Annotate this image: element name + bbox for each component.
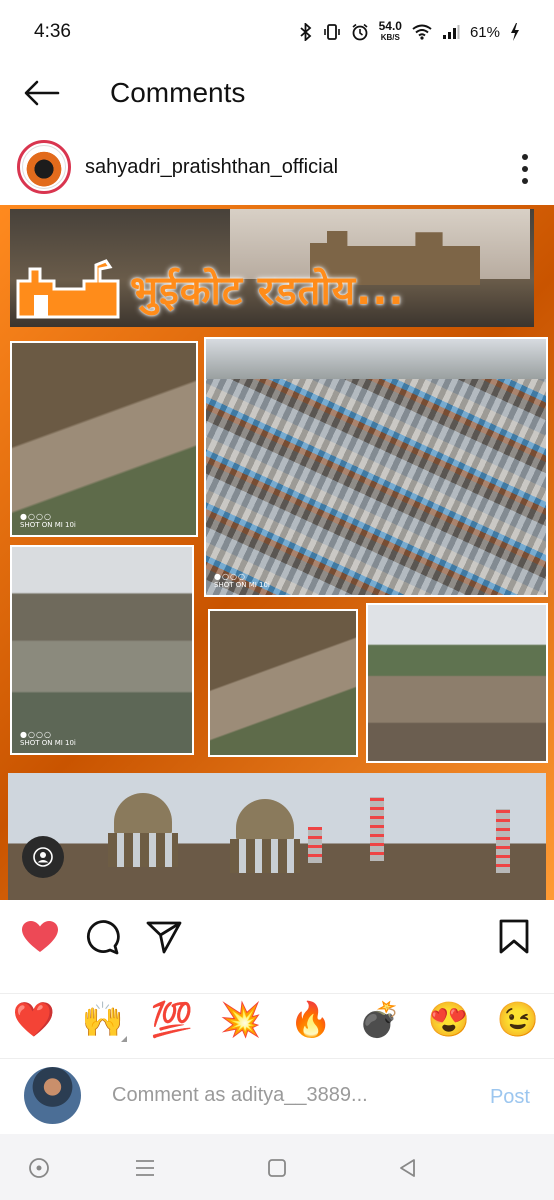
collage-photo-3: ●○○○ SHOT ON MI 10i bbox=[10, 545, 194, 755]
comments-header: Comments bbox=[0, 64, 554, 122]
collage-photo-4 bbox=[208, 609, 358, 757]
reaction-fire[interactable]: 🔥 bbox=[285, 994, 337, 1046]
image-banner: भुईकोट रडतोय... bbox=[10, 209, 534, 327]
wifi-icon bbox=[412, 24, 432, 40]
square-icon bbox=[268, 1159, 286, 1177]
collage-photo-5 bbox=[366, 603, 548, 763]
quick-reactions: ❤️ 🙌 💯 💥 🔥 💣 😍 😉 bbox=[0, 993, 554, 1046]
post-header: sahyadri_pratishthan_official bbox=[0, 138, 554, 196]
tagged-users-button[interactable] bbox=[22, 836, 64, 878]
tower-3 bbox=[308, 827, 322, 863]
reaction-hundred[interactable]: 💯 bbox=[146, 994, 198, 1046]
back-triangle-icon bbox=[400, 1159, 415, 1177]
dot bbox=[522, 154, 528, 160]
status-icons: 54.0 KB/S 61% bbox=[299, 19, 520, 43]
dot bbox=[522, 178, 528, 184]
network-speed: 54.0 KB/S bbox=[378, 19, 402, 42]
home-circle-icon bbox=[29, 1158, 49, 1178]
comment-input[interactable] bbox=[110, 1083, 404, 1108]
home-button[interactable] bbox=[25, 1154, 53, 1182]
collage-photo-6 bbox=[8, 773, 546, 900]
reaction-raised-hands[interactable]: 🙌 bbox=[77, 994, 129, 1046]
current-user-avatar bbox=[24, 1067, 81, 1124]
dot bbox=[522, 166, 528, 172]
more-options-button[interactable] bbox=[522, 154, 528, 184]
fort-logo-icon bbox=[16, 259, 120, 319]
dome-1 bbox=[108, 785, 178, 867]
vibrate-icon bbox=[323, 24, 340, 40]
post-author-avatar[interactable] bbox=[17, 140, 71, 194]
reaction-wink[interactable]: 😉 bbox=[492, 994, 544, 1046]
page-title: Comments bbox=[110, 77, 246, 108]
bookmark-icon bbox=[499, 919, 529, 954]
signal-icon bbox=[442, 25, 460, 39]
bookmark-button[interactable] bbox=[492, 915, 536, 959]
recents-icon bbox=[136, 1160, 154, 1176]
author-logo bbox=[22, 145, 66, 189]
like-button[interactable] bbox=[18, 915, 62, 959]
recents-button[interactable] bbox=[131, 1154, 159, 1182]
sky bbox=[206, 339, 546, 379]
reaction-heart[interactable]: ❤️ bbox=[8, 994, 60, 1046]
battery-percent: 61% bbox=[469, 23, 500, 41]
comment-composer: Post bbox=[0, 1058, 554, 1135]
charging-icon bbox=[511, 23, 519, 41]
post-actions bbox=[0, 915, 554, 959]
comment-icon bbox=[86, 920, 120, 955]
post-comment-button[interactable]: Post bbox=[490, 1086, 530, 1109]
bluetooth-icon bbox=[300, 23, 311, 41]
status-time: 4:36 bbox=[34, 21, 71, 42]
system-nav-bar bbox=[0, 1134, 554, 1200]
comment-button[interactable] bbox=[80, 915, 124, 959]
arrow-left-icon bbox=[24, 80, 60, 106]
post-image[interactable]: भुईकोट रडतोय... ●○○○ SHOT ON MI 10i ●○○○ S… bbox=[0, 205, 554, 900]
back-button[interactable] bbox=[22, 73, 62, 113]
collage-photo-2: ●○○○ SHOT ON MI 10i bbox=[204, 337, 548, 597]
reaction-heart-eyes[interactable]: 😍 bbox=[423, 994, 475, 1046]
system-back-button[interactable] bbox=[394, 1154, 422, 1182]
reaction-bomb[interactable]: 💣 bbox=[354, 994, 406, 1046]
reaction-collision[interactable]: 💥 bbox=[215, 994, 267, 1046]
banner-title: भुईकोट रडतोय... bbox=[130, 268, 405, 314]
tower-2 bbox=[496, 809, 510, 873]
collage-photo-1: ●○○○ SHOT ON MI 10i bbox=[10, 341, 198, 537]
tower-1 bbox=[370, 797, 384, 861]
skin-tone-indicator bbox=[121, 1036, 127, 1042]
alarm-icon bbox=[352, 23, 368, 41]
share-icon bbox=[146, 921, 182, 954]
dome-2 bbox=[230, 791, 300, 873]
overview-button[interactable] bbox=[263, 1154, 291, 1182]
status-bar: 4:36 54.0 KB/S 61% bbox=[0, 0, 554, 64]
heart-icon bbox=[22, 921, 58, 952]
user-icon bbox=[33, 847, 53, 867]
post-username[interactable]: sahyadri_pratishthan_official bbox=[85, 156, 338, 179]
share-button[interactable] bbox=[142, 915, 186, 959]
